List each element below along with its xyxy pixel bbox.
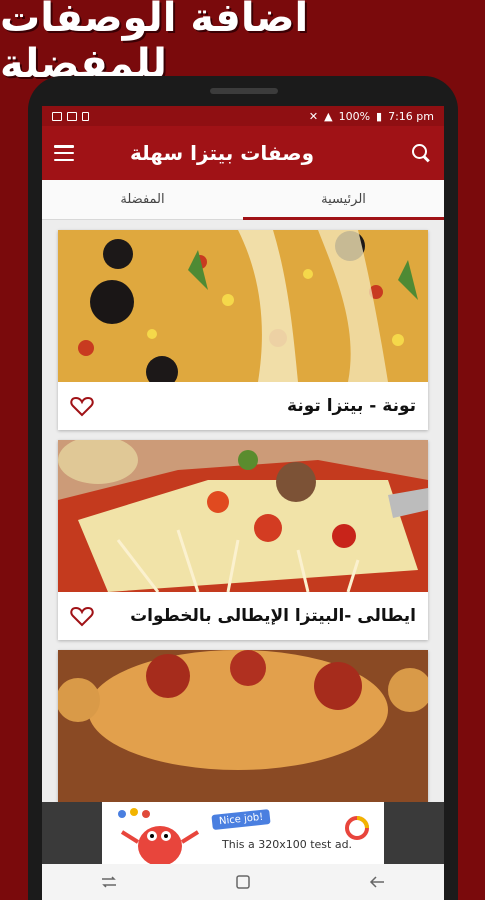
recipe-image	[58, 650, 428, 802]
ad-text: This a 320x100 test ad.	[222, 838, 353, 851]
phone-frame: ✕ ▲ 100% ▮ 7:16 pm وصفات بيتزا سهلة المف…	[28, 76, 458, 900]
battery-level: 100%	[338, 109, 371, 123]
tab-home[interactable]: الرئيسية	[243, 180, 444, 220]
favorite-heart-icon[interactable]	[70, 395, 94, 417]
notification-icon	[67, 111, 77, 121]
tab-favorites[interactable]: المفضلة	[42, 180, 243, 219]
recipe-card[interactable]: ايطالى -البيتزا الإيطالى بالخطوات	[58, 440, 428, 640]
recipe-card[interactable]	[58, 650, 428, 802]
ad-content[interactable]: Nice job! This a 320x100 test ad.	[102, 802, 384, 864]
hamburger-menu-icon[interactable]	[54, 145, 74, 161]
notification-icon	[82, 111, 89, 121]
mute-icon: ✕	[308, 109, 319, 123]
notification-icons	[52, 111, 89, 121]
recipe-card[interactable]: تونة - بيتزا تونة	[58, 230, 428, 430]
recipe-title: تونة - بيتزا تونة	[287, 396, 416, 416]
back-icon[interactable]	[357, 870, 397, 894]
home-icon[interactable]	[223, 870, 263, 894]
recipe-list: تونة - بيتزا تونة ايطالى -البيتزا الإيطا…	[58, 230, 428, 812]
recipe-image	[58, 230, 428, 382]
favorite-heart-icon[interactable]	[70, 605, 94, 627]
app-screen: ✕ ▲ 100% ▮ 7:16 pm وصفات بيتزا سهلة المف…	[42, 106, 444, 900]
recipe-title: ايطالى -البيتزا الإيطالى بالخطوات	[130, 606, 416, 626]
app-title: وصفات بيتزا سهلة	[130, 141, 314, 165]
system-nav-bar	[42, 864, 444, 900]
app-bar: وصفات بيتزا سهلة	[42, 126, 444, 180]
phone-speaker	[210, 88, 278, 94]
status-bar: ✕ ▲ 100% ▮ 7:16 pm	[42, 106, 444, 126]
ad-banner[interactable]: Nice job! This a 320x100 test ad.	[42, 802, 444, 864]
tab-bar: المفضلة الرئيسية	[42, 180, 444, 220]
signal-icon: ▲	[324, 109, 333, 123]
promo-banner-title: اضافة الوصفات للمفضلة	[0, 0, 309, 87]
clock: 7:16 pm	[388, 109, 434, 123]
battery-icon: ▮	[376, 109, 383, 123]
search-icon[interactable]	[410, 142, 432, 164]
recipe-image	[58, 440, 428, 592]
recent-apps-icon[interactable]	[89, 870, 129, 894]
notification-icon	[52, 111, 62, 121]
